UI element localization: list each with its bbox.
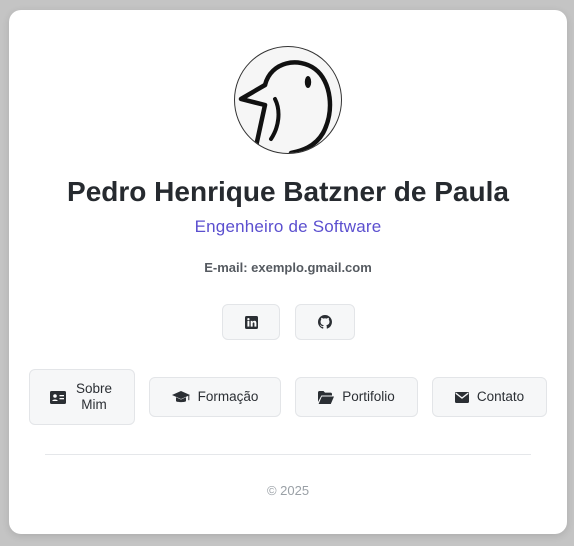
- profile-name: Pedro Henrique Batzner de Paula: [67, 176, 509, 207]
- github-button[interactable]: [295, 304, 355, 340]
- footer-divider: [45, 454, 531, 455]
- nav-formacao-button[interactable]: Formação: [149, 377, 281, 417]
- profile-card: Pedro Henrique Batzner de Paula Engenhei…: [9, 10, 567, 534]
- nav-contato-button[interactable]: Contato: [432, 377, 547, 417]
- nav-sobre-mim-label: Sobre Mim: [75, 381, 113, 412]
- footer-copyright: © 2025: [266, 483, 310, 498]
- linkedin-button[interactable]: [222, 304, 280, 340]
- profile-email: E-mail: exemplo.gmail.com: [204, 260, 372, 275]
- graduation-cap-icon: [171, 390, 190, 404]
- id-card-icon: [50, 390, 66, 404]
- avatar: [234, 46, 342, 154]
- envelope-icon: [454, 391, 469, 403]
- nav-formacao-label: Formação: [197, 389, 259, 404]
- linkedin-icon: [244, 315, 258, 329]
- nav-contato-label: Contato: [476, 389, 525, 404]
- github-icon: [318, 315, 332, 329]
- bird-logo-icon: [238, 60, 333, 153]
- folder-open-icon: [318, 390, 335, 404]
- nav-sobre-mim-button[interactable]: Sobre Mim: [29, 369, 135, 425]
- profile-role: Engenheiro de Software: [194, 217, 382, 236]
- nav-portfolio-button[interactable]: Portifolio: [295, 377, 418, 417]
- nav-portfolio-label: Portifolio: [342, 389, 395, 404]
